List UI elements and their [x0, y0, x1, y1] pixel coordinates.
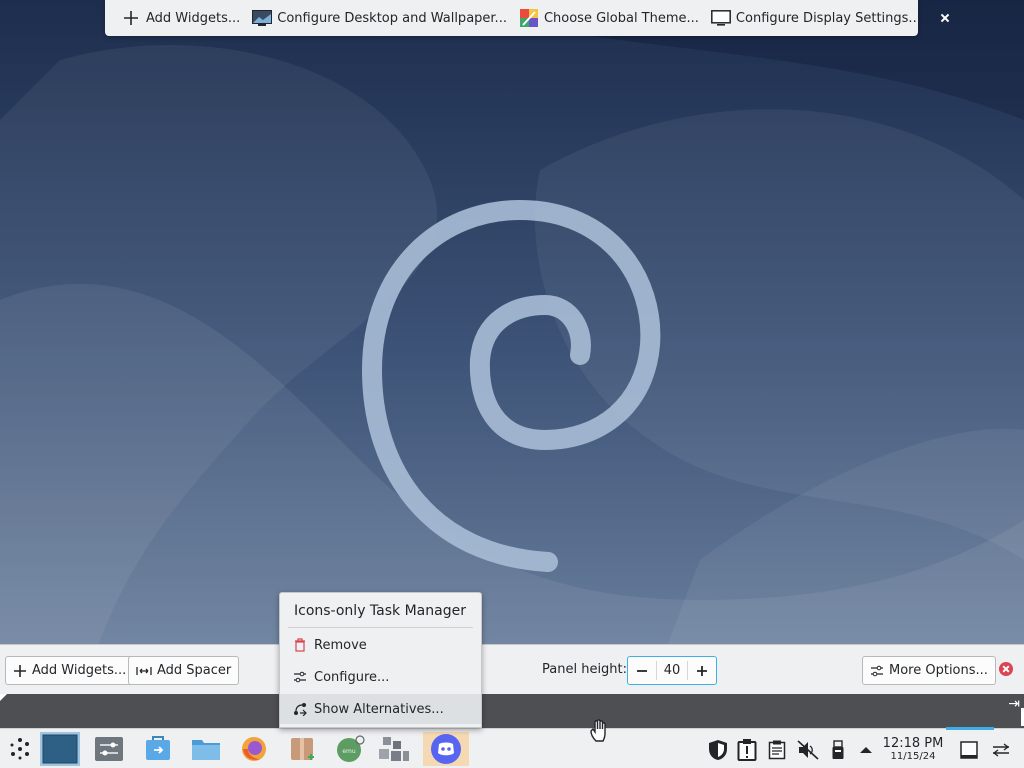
emulator-icon[interactable]: emu	[330, 732, 370, 766]
menu-item-configure-label: Configure...	[314, 669, 390, 685]
discover-icon[interactable]	[138, 732, 178, 766]
panel-edit-bar: Add Widgets... Add Spacer Panel height: …	[0, 644, 1024, 694]
more-options-button[interactable]: More Options...	[862, 656, 996, 685]
clock-active-indicator	[946, 727, 994, 730]
configure-icon	[292, 669, 308, 685]
spacer-icon	[136, 666, 152, 676]
clock-date: 11/15/24	[890, 751, 936, 762]
volume-muted-icon[interactable]	[797, 739, 819, 761]
panel-height-label: Panel height:	[542, 662, 628, 677]
decrease-height-button[interactable]	[628, 657, 656, 684]
menu-title: Icons-only Task Manager	[294, 603, 466, 619]
clock-time: 12:18 PM	[882, 736, 944, 751]
menu-item-show-alternatives-label: Show Alternatives...	[314, 701, 444, 717]
menu-item-configure[interactable]: Configure...	[280, 662, 481, 692]
panel-ruler[interactable]: ⇥	[0, 694, 1024, 728]
add-spacer-label: Add Spacer	[157, 663, 232, 678]
alternatives-icon	[292, 701, 308, 717]
svg-text:emu: emu	[342, 748, 356, 755]
more-options-label: More Options...	[889, 663, 988, 678]
theme-icon	[519, 9, 539, 27]
archive-manager-icon[interactable]	[282, 732, 322, 766]
close-panel-edit-icon[interactable]	[999, 662, 1013, 676]
security-shield-icon[interactable]	[707, 739, 729, 761]
firefox-icon[interactable]	[234, 732, 274, 766]
show-desktop-icon[interactable]	[958, 739, 980, 761]
trash-icon	[292, 637, 308, 653]
plus-icon	[13, 664, 27, 678]
arrow-right-icon[interactable]: ⇥	[1008, 696, 1020, 712]
display-icon	[710, 9, 731, 27]
menu-separator	[288, 627, 473, 628]
discord-icon[interactable]	[423, 732, 469, 766]
configure-desktop-button[interactable]: Configure Desktop and Wallpaper...	[246, 4, 513, 32]
clipboard-icon[interactable]	[766, 739, 788, 761]
plus-icon	[121, 9, 141, 27]
device-notifier-icon[interactable]	[827, 739, 849, 761]
configure-desktop-label: Configure Desktop and Wallpaper...	[277, 10, 507, 26]
panel-configure-icon[interactable]	[990, 739, 1012, 761]
file-manager-icon[interactable]	[186, 732, 226, 766]
menu-item-remove[interactable]: Remove	[280, 630, 481, 660]
widget-context-menu: Icons-only Task Manager Remove Configure…	[279, 592, 482, 728]
panel-add-widgets-button[interactable]: Add Widgets...	[5, 656, 135, 685]
pager-desktop-icon[interactable]	[40, 732, 80, 766]
chevron-up-icon[interactable]	[855, 739, 877, 761]
application-launcher-icon[interactable]	[0, 732, 40, 766]
choose-global-theme-button[interactable]: Choose Global Theme...	[513, 4, 705, 32]
configure-display-button[interactable]: Configure Display Settings...	[705, 4, 927, 32]
digital-clock[interactable]: 12:18 PM 11/15/24	[880, 737, 946, 763]
add-spacer-button[interactable]: Add Spacer	[128, 656, 240, 685]
taskbar: emu 12:18 PM 11/15/24	[0, 728, 1024, 768]
wallpaper-icon	[252, 9, 273, 27]
sliders-icon	[870, 665, 884, 677]
configure-display-label: Configure Display Settings...	[735, 10, 921, 26]
add-widgets-button[interactable]: Add Widgets...	[115, 4, 246, 32]
menu-item-remove-label: Remove	[314, 637, 367, 653]
panel-add-widgets-label: Add Widgets...	[32, 663, 127, 678]
menu-item-show-alternatives[interactable]: Show Alternatives...	[280, 694, 481, 724]
hand-cursor-icon	[590, 719, 606, 742]
system-settings-icon[interactable]	[89, 732, 129, 766]
left-offset-handle[interactable]	[0, 694, 7, 701]
notifications-icon[interactable]	[736, 739, 758, 761]
increase-height-button[interactable]	[688, 657, 716, 684]
choose-global-theme-label: Choose Global Theme...	[543, 10, 699, 26]
panel-height-spinbox[interactable]: 40	[627, 656, 717, 685]
add-widgets-label: Add Widgets...	[146, 10, 241, 26]
window-group-icon[interactable]	[374, 732, 414, 766]
desktop-edit-toolbar: Add Widgets... Configure Desktop and Wal…	[105, 0, 921, 36]
panel-height-value[interactable]: 40	[656, 661, 688, 680]
